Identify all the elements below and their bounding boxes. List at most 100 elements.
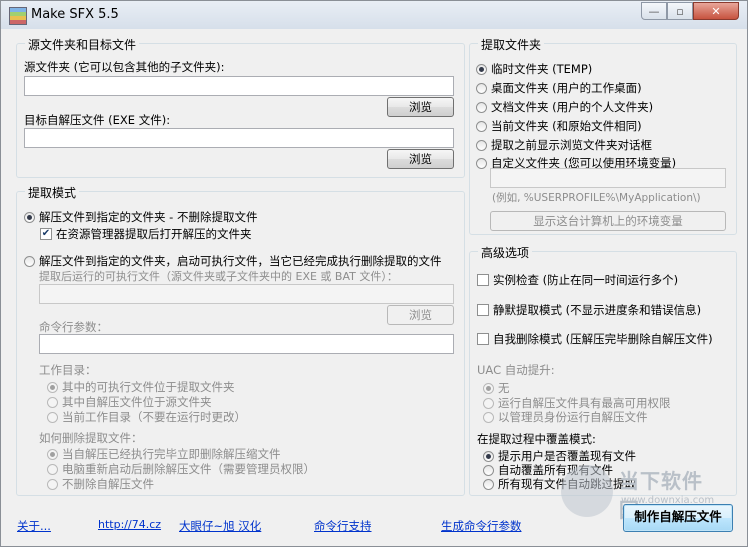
workdir-source-label: 其中自解压文件位于源文件夹 xyxy=(62,395,212,409)
radio-indicator xyxy=(483,397,494,409)
exe-input[interactable] xyxy=(39,284,454,304)
radio-indicator xyxy=(24,211,35,223)
mode-no-delete-label: 解压文件到指定的文件夹 - 不删除提取文件 xyxy=(39,210,258,224)
custom-folder-input[interactable] xyxy=(490,168,726,188)
gen-cmd-link[interactable]: 生成命令行参数 xyxy=(441,518,522,534)
uac-none-radio[interactable]: 无 xyxy=(483,380,510,396)
make-sfx-button[interactable]: 制作自解压文件 xyxy=(623,504,733,532)
main-window: Make SFX 5.5 — ▫ ✕ 源文件夹和目标文件 源文件夹 (它可以包含… xyxy=(0,0,748,547)
self-delete-checkbox[interactable]: 自我删除模式 (压解压完毕删除自解压文件) xyxy=(477,331,713,347)
browse-source-button[interactable]: 浏览 xyxy=(387,97,454,117)
target-exe-label: 目标自解压文件 (EXE 文件): xyxy=(24,113,171,127)
delete-none-label: 不删除自解压文件 xyxy=(62,477,154,491)
title-bar[interactable]: Make SFX 5.5 — ▫ ✕ xyxy=(1,1,747,29)
silent-mode-label: 静默提取模式 (不显示进度条和错误信息) xyxy=(493,303,702,317)
cmd-args-label: 命令行参数： xyxy=(39,320,108,334)
folder-documents-label: 文档文件夹 (用户的个人文件夹) xyxy=(491,100,654,114)
extract-mode-group: 提取模式 解压文件到指定的文件夹 - 不删除提取文件 ✔ 在资源管理器提取后打开… xyxy=(16,184,465,496)
minimize-button[interactable]: — xyxy=(641,2,667,20)
folder-current-radio[interactable]: 当前文件夹 (和原始文件相同) xyxy=(476,118,642,134)
source-folder-label: 源文件夹 (它可以包含其他的子文件夹): xyxy=(24,60,225,74)
radio-indicator xyxy=(476,157,487,169)
mode-no-delete-radio[interactable]: 解压文件到指定的文件夹 - 不删除提取文件 xyxy=(24,209,257,225)
open-folder-label: 在资源管理器提取后打开解压的文件夹 xyxy=(56,227,252,241)
folder-temp-radio[interactable]: 临时文件夹 (TEMP) xyxy=(476,61,592,77)
about-link[interactable]: 关于... xyxy=(17,518,51,534)
workdir-current-label: 当前工作目录（不要在运行时更改） xyxy=(62,410,246,424)
open-folder-checkbox[interactable]: ✔ 在资源管理器提取后打开解压的文件夹 xyxy=(40,226,252,242)
close-button[interactable]: ✕ xyxy=(693,2,739,20)
translator-link[interactable]: 大眼仔~旭 汉化 xyxy=(179,518,261,534)
radio-indicator xyxy=(476,101,487,113)
extract-folder-group: 提取文件夹 临时文件夹 (TEMP) 桌面文件夹 (用户的工作桌面) 文档文件夹… xyxy=(469,36,737,235)
folder-browse-label: 提取之前显示浏览文件夹对话框 xyxy=(491,138,652,152)
silent-mode-checkbox[interactable]: 静默提取模式 (不显示进度条和错误信息) xyxy=(477,302,701,318)
checkbox-indicator xyxy=(477,333,489,345)
cmd-support-link[interactable]: 命令行支持 xyxy=(314,518,372,534)
radio-indicator xyxy=(476,82,487,94)
folder-desktop-label: 桌面文件夹 (用户的工作桌面) xyxy=(491,81,642,95)
website-link[interactable]: http://74.cz xyxy=(98,518,161,531)
mode-run-delete-radio[interactable]: 解压文件到指定的文件夹，启动可执行文件，当它已经完成执行删除提取的文件 xyxy=(24,253,442,269)
delete-immediate-label: 当自解压已经执行完毕立即删除解压缩文件 xyxy=(62,447,281,461)
extract-mode-legend: 提取模式 xyxy=(25,184,80,201)
show-env-vars-button[interactable]: 显示这台计算机上的环境变量 xyxy=(490,211,726,231)
app-icon xyxy=(9,7,27,25)
radio-indicator xyxy=(483,478,494,490)
cmd-args-input[interactable] xyxy=(39,334,454,354)
radio-indicator xyxy=(47,463,58,475)
instance-check-label: 实例检查 (防止在同一时间运行多个) xyxy=(493,273,679,287)
extract-folder-legend: 提取文件夹 xyxy=(478,36,545,53)
browse-exe-button[interactable]: 浏览 xyxy=(387,305,454,325)
radio-indicator xyxy=(483,382,494,394)
uac-admin-label: 以管理员身份运行自解压文件 xyxy=(498,410,648,424)
delete-reboot-radio[interactable]: 电脑重新启动后删除解压文件（需要管理员权限） xyxy=(47,461,315,477)
uac-label: UAC 自动提升: xyxy=(477,363,555,377)
workdir-current-radio[interactable]: 当前工作目录（不要在运行时更改） xyxy=(47,409,246,425)
self-delete-label: 自我删除模式 (压解压完毕删除自解压文件) xyxy=(493,332,713,346)
folder-desktop-radio[interactable]: 桌面文件夹 (用户的工作桌面) xyxy=(476,80,642,96)
radio-indicator xyxy=(47,411,58,423)
uac-admin-radio[interactable]: 以管理员身份运行自解压文件 xyxy=(483,409,648,425)
radio-indicator xyxy=(47,396,58,408)
uac-none-label: 无 xyxy=(498,381,510,395)
watermark-circle-icon xyxy=(561,465,613,517)
radio-indicator xyxy=(47,478,58,490)
browse-target-button[interactable]: 浏览 xyxy=(387,149,454,169)
delete-label: 如何删除提取文件： xyxy=(39,431,143,445)
checkmark-icon: ✔ xyxy=(40,228,52,240)
source-target-group: 源文件夹和目标文件 源文件夹 (它可以包含其他的子文件夹): 浏览 目标自解压文… xyxy=(16,36,465,178)
radio-indicator xyxy=(47,381,58,393)
mode-run-delete-label: 解压文件到指定的文件夹，启动可执行文件，当它已经完成执行删除提取的文件 xyxy=(39,254,442,268)
overwrite-label: 在提取过程中覆盖模式: xyxy=(477,432,596,446)
target-exe-input[interactable] xyxy=(24,128,454,148)
delete-reboot-label: 电脑重新启动后删除解压文件（需要管理员权限） xyxy=(62,462,315,476)
radio-indicator xyxy=(24,255,35,267)
instance-check-checkbox[interactable]: 实例检查 (防止在同一时间运行多个) xyxy=(477,272,678,288)
radio-indicator xyxy=(483,450,494,462)
radio-indicator xyxy=(483,464,494,476)
folder-temp-label: 临时文件夹 (TEMP) xyxy=(491,62,593,76)
radio-indicator xyxy=(483,411,494,423)
exe-label: 提取后运行的可执行文件（源文件夹或子文件夹中的 EXE 或 BAT 文件）： xyxy=(39,270,398,283)
source-folder-input[interactable] xyxy=(24,76,454,96)
checkbox-indicator xyxy=(477,274,489,286)
delete-immediate-radio[interactable]: 当自解压已经执行完毕立即删除解压缩文件 xyxy=(47,446,281,462)
source-target-legend: 源文件夹和目标文件 xyxy=(25,36,140,53)
advanced-options-legend: 高级选项 xyxy=(478,244,533,261)
workdir-label: 工作目录： xyxy=(39,363,97,377)
workdir-extract-label: 其中的可执行文件位于提取文件夹 xyxy=(62,380,235,394)
workdir-source-radio[interactable]: 其中自解压文件位于源文件夹 xyxy=(47,394,212,410)
custom-folder-example: (例如, %USERPROFILE%\MyApplication\) xyxy=(492,192,701,204)
maximize-button[interactable]: ▫ xyxy=(667,2,693,20)
radio-indicator xyxy=(476,120,487,132)
delete-none-radio[interactable]: 不删除自解压文件 xyxy=(47,476,154,492)
folder-current-label: 当前文件夹 (和原始文件相同) xyxy=(491,119,642,133)
folder-documents-radio[interactable]: 文档文件夹 (用户的个人文件夹) xyxy=(476,99,653,115)
checkbox-indicator xyxy=(477,304,489,316)
radio-indicator xyxy=(476,139,487,151)
workdir-extract-radio[interactable]: 其中的可执行文件位于提取文件夹 xyxy=(47,379,235,395)
radio-indicator xyxy=(47,448,58,460)
window-title: Make SFX 5.5 xyxy=(31,7,119,22)
folder-browse-radio[interactable]: 提取之前显示浏览文件夹对话框 xyxy=(476,137,652,153)
